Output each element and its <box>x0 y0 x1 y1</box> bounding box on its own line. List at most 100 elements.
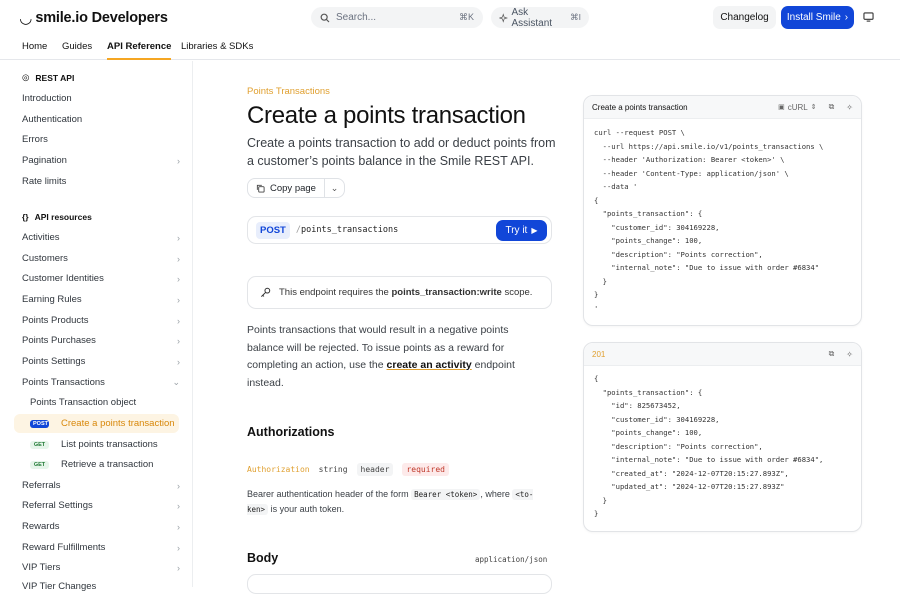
copy-options-dropdown[interactable]: ⌄ <box>325 183 344 194</box>
request-code: curl --request POST \ --url https://api.… <box>594 128 824 313</box>
sidebar-item-points-purchases[interactable]: Points Purchases › <box>22 335 180 346</box>
chevron-right-icon: › <box>177 232 180 243</box>
endpoint-description: Points transactions that would result in… <box>247 324 515 389</box>
page-title: Create a points transaction <box>247 102 526 129</box>
changelog-button[interactable]: Changelog <box>713 6 776 29</box>
theme-toggle-button[interactable] <box>858 7 878 27</box>
request-example-panel: Create a points transaction ▣ cURL ⇕ ⧉ ✧… <box>583 95 862 326</box>
chevron-right-icon: › <box>177 155 180 166</box>
response-code: { "points_transaction": { "id": 82567345… <box>594 374 824 518</box>
sidebar-item-activities[interactable]: Activities › <box>22 232 180 243</box>
sidebar-item-points-transaction-object[interactable]: Points Transaction object <box>30 397 136 408</box>
sidebar-item-points-transactions[interactable]: Points Transactions ⌄ <box>22 377 180 388</box>
sidebar-item-referrals[interactable]: Referrals › <box>22 480 180 491</box>
copy-icon[interactable]: ⧉ <box>829 349 835 359</box>
tab-libraries-sdks[interactable]: Libraries & SDKs <box>181 41 253 60</box>
sidebar-item-referral-settings[interactable]: Referral Settings › <box>22 500 180 511</box>
content-type-label: application/json <box>475 555 548 564</box>
copy-page-control: Copy page ⌄ <box>247 178 345 198</box>
key-icon <box>261 287 271 297</box>
nav-tabs: Home Guides API Reference Libraries & SD… <box>0 36 900 60</box>
tab-home[interactable]: Home <box>22 41 47 60</box>
request-panel-title: Create a points transaction <box>592 102 688 112</box>
terminal-icon: ▣ <box>778 104 785 111</box>
copy-page-button[interactable]: Copy page <box>248 179 325 197</box>
authorization-description: Bearer authentication header of the form… <box>247 489 534 515</box>
top-bar: ◡ smile.io Developers Search... ⌘K Ask A… <box>0 0 900 36</box>
method-badge: POST <box>30 419 49 428</box>
sidebar-item-errors[interactable]: Errors <box>22 134 180 145</box>
endpoint-bar: POST /points_transactions Try it ▶ <box>247 216 552 244</box>
chevron-right-icon: › <box>177 521 180 532</box>
install-smile-button[interactable]: Install Smile › <box>781 6 854 29</box>
param-type: string <box>318 465 348 474</box>
chevron-right-icon: › <box>177 500 180 511</box>
sidebar-item-points-products[interactable]: Points Products › <box>22 315 180 326</box>
try-it-button[interactable]: Try it ▶ <box>496 220 547 241</box>
sidebar-item-rewards[interactable]: Rewards › <box>22 521 180 532</box>
code-braces-icon: {} <box>22 212 29 222</box>
sidebar-item-earning-rules[interactable]: Earning Rules › <box>22 294 180 305</box>
copy-icon[interactable]: ⧉ <box>829 102 835 112</box>
method-badge: POST <box>256 221 290 239</box>
endpoint-path: /points_transactions <box>295 225 399 235</box>
chevron-right-icon: › <box>177 542 180 553</box>
sidebar-item-introduction[interactable]: Introduction <box>22 93 180 104</box>
chevron-down-icon: ⌄ <box>330 182 339 193</box>
body-param-box <box>247 574 552 594</box>
authorizations-heading: Authorizations <box>247 425 335 439</box>
chevron-right-icon: › <box>177 335 180 346</box>
globe-icon: ◎ <box>22 72 30 82</box>
sidebar-section-api-resources: {} API resources <box>22 212 92 222</box>
monitor-icon <box>862 12 874 22</box>
param-name: Authorization <box>247 465 310 474</box>
copy-icon <box>256 184 265 193</box>
status-code-tab[interactable]: 201 <box>592 350 605 359</box>
chevron-down-icon: ⌄ <box>172 377 180 387</box>
method-badge: GET <box>30 440 49 449</box>
search-input[interactable]: Search... ⌘K <box>311 7 483 28</box>
scope-name: points_transaction:write <box>391 287 502 298</box>
sidebar-item-pagination[interactable]: Pagination › <box>22 155 180 166</box>
sidebar-item-customers[interactable]: Customers › <box>22 253 180 264</box>
tab-guides[interactable]: Guides <box>62 41 92 60</box>
sidebar-item-retrieve-transaction[interactable]: GET Retrieve a transaction <box>14 455 179 474</box>
sidebar-item-list-points-transactions[interactable]: GET List points transactions <box>14 435 179 454</box>
chevron-right-icon: › <box>177 356 180 367</box>
required-badge: required <box>402 463 449 476</box>
scope-note: This endpoint requires the points_transa… <box>247 276 552 309</box>
sparkle-icon[interactable]: ✧ <box>846 350 853 359</box>
chevron-right-icon: › <box>177 315 180 326</box>
sparkle-icon <box>499 12 508 23</box>
ask-assistant-button[interactable]: Ask Assistant ⌘I <box>491 7 589 29</box>
page-description: Create a points transaction to add or de… <box>247 136 556 168</box>
body-heading: Body <box>247 551 279 565</box>
method-badge: GET <box>30 460 49 469</box>
sparkle-icon[interactable]: ✧ <box>846 103 853 112</box>
sidebar-item-customer-identities[interactable]: Customer Identities › <box>22 273 180 284</box>
tab-api-reference[interactable]: API Reference <box>107 41 172 60</box>
chevron-right-icon: › <box>177 273 180 284</box>
sidebar-section-rest-api: ◎ REST API <box>22 72 75 83</box>
sidebar-item-vip-tiers[interactable]: VIP Tiers › <box>22 562 180 573</box>
sidebar-item-authentication[interactable]: Authentication <box>22 114 180 125</box>
chevron-right-icon: › <box>177 480 180 491</box>
create-activity-link[interactable]: create an activity <box>387 359 472 371</box>
sidebar-item-create-points-transaction[interactable]: POST Create a points transaction <box>14 414 179 433</box>
language-selector[interactable]: ▣ cURL ⇕ <box>778 103 817 112</box>
sidebar-item-points-settings[interactable]: Points Settings › <box>22 356 180 367</box>
chevron-right-icon: › <box>177 562 180 573</box>
smile-logo-icon: ◡ <box>20 10 32 27</box>
sidebar-item-rate-limits[interactable]: Rate limits <box>22 176 180 187</box>
response-example-panel: 201 ⧉ ✧ { "points_transaction": { "id": … <box>583 342 862 532</box>
logo[interactable]: ◡ smile.io Developers <box>20 9 168 27</box>
sidebar-item-reward-fulfillments[interactable]: Reward Fulfillments › <box>22 542 180 553</box>
chevron-right-icon: › <box>177 294 180 305</box>
chevron-right-icon: › <box>844 12 849 23</box>
search-shortcut: ⌘K <box>458 12 474 22</box>
chevron-right-icon: › <box>177 253 180 264</box>
breadcrumb: Points Transactions <box>247 86 330 97</box>
search-icon <box>320 13 330 22</box>
chevron-updown-icon: ⇕ <box>810 104 817 111</box>
play-icon: ▶ <box>531 226 538 235</box>
